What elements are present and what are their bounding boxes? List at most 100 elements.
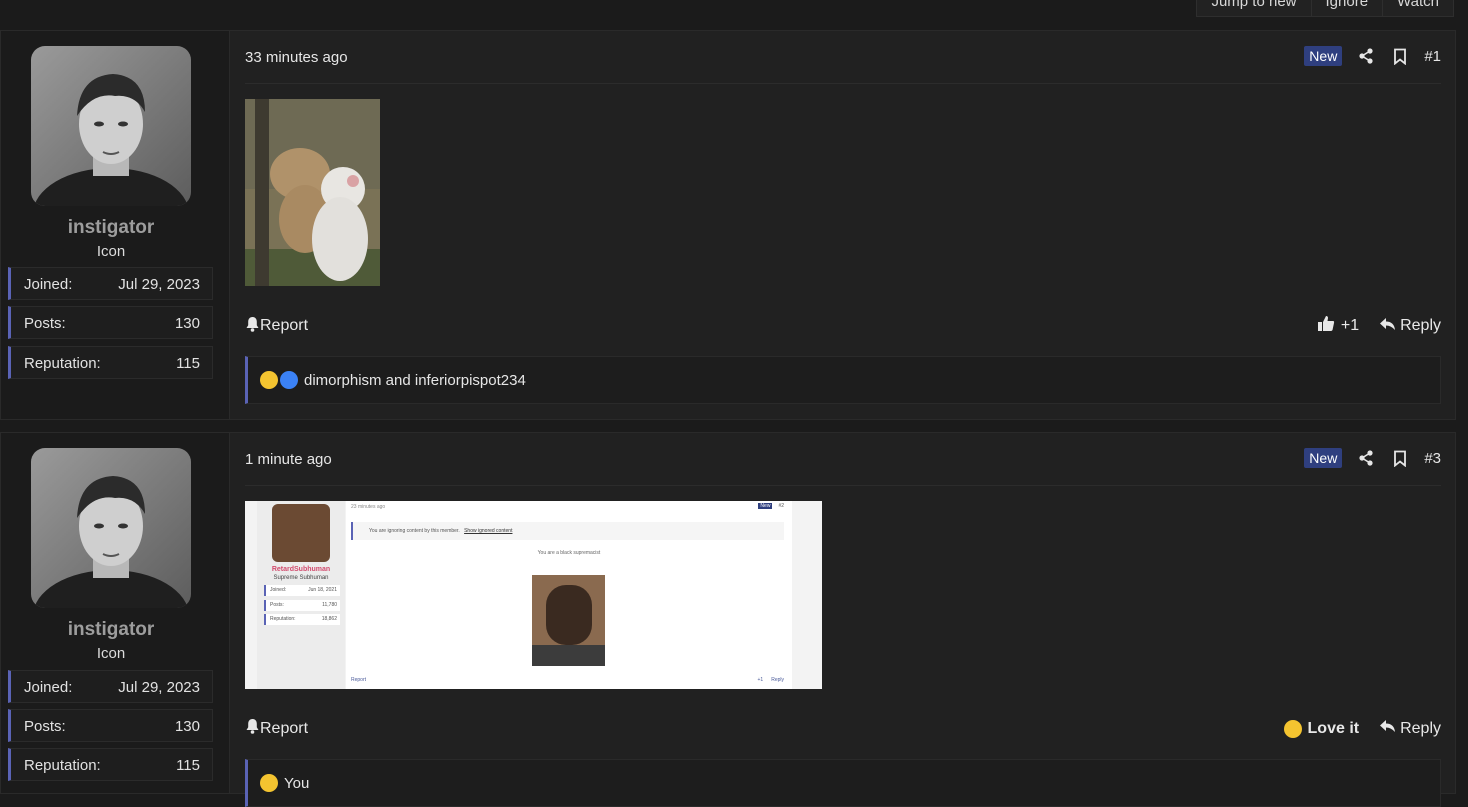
shot-avatar [272, 504, 330, 562]
username[interactable]: instigator [1, 217, 221, 239]
thumbs-up-icon [1317, 315, 1335, 337]
reactors-list[interactable]: You [284, 775, 309, 792]
reaction-label: Love it [1307, 719, 1360, 737]
shot-stat-label: Joined: [270, 587, 287, 593]
stat-label: Joined: [24, 679, 73, 696]
stat-joined: Joined: Jul 29, 2023 [8, 670, 213, 703]
watch-button[interactable]: Watch [1383, 0, 1454, 17]
thread-toolbar: Jump to new Ignore Watch [0, 0, 1468, 30]
shot-user-pane: RetardSubhuman Supreme Subhuman Joined: … [257, 501, 345, 689]
username[interactable]: instigator [1, 619, 221, 641]
bookmark-icon[interactable] [1390, 448, 1410, 468]
stat-value: 130 [174, 718, 200, 735]
stat-reputation: Reputation: 115 [8, 748, 213, 781]
like-button[interactable]: +1 [1317, 315, 1359, 337]
stat-value: Jul 29, 2023 [118, 679, 200, 696]
post-header-tools: New #3 [1304, 448, 1441, 468]
reactions-bar: You [245, 759, 1441, 807]
report-label: Report [260, 719, 309, 737]
report-button[interactable]: Report [245, 316, 308, 337]
shot-header-tools: New #2 [758, 503, 784, 509]
post-actions: Report +1 Reply [245, 315, 1441, 337]
avatar[interactable] [31, 448, 191, 608]
stat-label: Reputation: [24, 355, 101, 372]
stat-reputation: Reputation: 115 [8, 346, 213, 379]
shot-stat: Joined: Jun 18, 2021 [264, 585, 340, 596]
shot-ignored-link: Show ignored content [464, 528, 513, 534]
shot-stat-label: Reputation: [270, 616, 296, 622]
shot-image [532, 575, 605, 666]
reply-label: Reply [1400, 719, 1441, 737]
reply-button[interactable]: Reply [1379, 317, 1441, 336]
bookmark-icon[interactable] [1390, 46, 1410, 66]
shot-number: #2 [778, 503, 784, 509]
report-button[interactable]: Report [245, 718, 308, 739]
post-timestamp[interactable]: 1 minute ago [245, 451, 332, 468]
shot-user-title: Supreme Subhuman [273, 575, 329, 581]
shot-stat: Posts: 11,780 [264, 600, 340, 611]
header-divider [245, 485, 1441, 486]
shot-username: RetardSubhuman [271, 566, 331, 573]
shot-stat-label: Posts: [270, 602, 284, 608]
new-badge: New [1304, 46, 1343, 66]
shot-stat-value: 11,780 [322, 602, 337, 608]
share-icon[interactable] [1356, 46, 1376, 66]
stat-label: Reputation: [24, 757, 101, 774]
new-badge: New [1304, 448, 1343, 468]
stat-value: 115 [176, 757, 200, 774]
shot-timestamp: 23 minutes ago [351, 504, 386, 510]
post-timestamp[interactable]: 33 minutes ago [245, 49, 348, 66]
post-number[interactable]: #1 [1424, 48, 1441, 65]
stat-joined: Joined: Jul 29, 2023 [8, 267, 213, 300]
bell-icon [245, 718, 260, 739]
header-divider [245, 83, 1441, 84]
post-main: 1 minute ago New #3 RetardSubhuman Supre… [230, 433, 1455, 807]
shot-count: +1 [757, 677, 764, 683]
attached-screenshot[interactable]: RetardSubhuman Supreme Subhuman Joined: … [245, 501, 822, 689]
love-it-reaction-button[interactable]: Love it [1283, 719, 1360, 738]
post-number[interactable]: #3 [1424, 450, 1441, 467]
post-main: 33 minutes ago New #1 Report +1 Reply di… [230, 31, 1455, 419]
shot-ignored-text: You are ignoring content by this member. [369, 528, 460, 534]
avatar[interactable] [31, 46, 191, 206]
heart-eyes-emoji-icon [260, 774, 278, 792]
shot-badge: New [758, 503, 773, 509]
like-emoji-icon [280, 371, 298, 389]
shot-main: 23 minutes ago New #2 You are ignoring c… [346, 501, 792, 689]
laughing-emoji-icon [260, 371, 278, 389]
jump-to-new-button[interactable]: Jump to new [1196, 0, 1312, 17]
shot-report: Report [351, 677, 367, 683]
reply-icon [1379, 317, 1396, 336]
user-pane: instigator Icon Joined: Jul 29, 2023 Pos… [1, 31, 230, 419]
stat-posts: Posts: 130 [8, 306, 213, 339]
reaction-count: +1 [1340, 317, 1360, 334]
stat-value: 115 [176, 355, 200, 372]
shot-actions: +1 Reply [758, 677, 785, 683]
stat-label: Posts: [24, 718, 66, 735]
attached-image-cubs[interactable] [245, 99, 380, 286]
stat-label: Posts: [24, 315, 66, 332]
reply-button[interactable]: Reply [1379, 719, 1441, 738]
reactors-list[interactable]: dimorphism and inferiorpispot234 [304, 372, 526, 389]
user-pane: instigator Icon Joined: Jul 29, 2023 Pos… [1, 433, 230, 793]
user-title: Icon [96, 645, 126, 662]
bell-icon [245, 316, 260, 337]
post-actions: Report Love it Reply [245, 718, 1441, 739]
shot-ignored-notice: You are ignoring content by this member.… [351, 522, 784, 540]
reply-icon [1379, 719, 1396, 738]
share-icon[interactable] [1356, 448, 1376, 468]
stat-label: Joined: [24, 276, 73, 293]
ignore-button[interactable]: Ignore [1311, 0, 1384, 17]
user-title: Icon [96, 243, 126, 260]
heart-eyes-emoji-icon [1283, 719, 1302, 738]
shot-stat-value: 18,862 [321, 616, 337, 622]
stat-posts: Posts: 130 [8, 709, 213, 742]
shot-quote: You are a black supremacist [537, 550, 601, 556]
post-header-tools: New #1 [1304, 46, 1441, 66]
stat-value: 130 [174, 315, 200, 332]
post: instigator Icon Joined: Jul 29, 2023 Pos… [0, 432, 1456, 807]
post: instigator Icon Joined: Jul 29, 2023 Pos… [0, 30, 1456, 420]
shot-reply: Reply [771, 677, 784, 683]
shot-stat: Reputation: 18,862 [264, 614, 340, 625]
report-label: Report [260, 317, 309, 334]
